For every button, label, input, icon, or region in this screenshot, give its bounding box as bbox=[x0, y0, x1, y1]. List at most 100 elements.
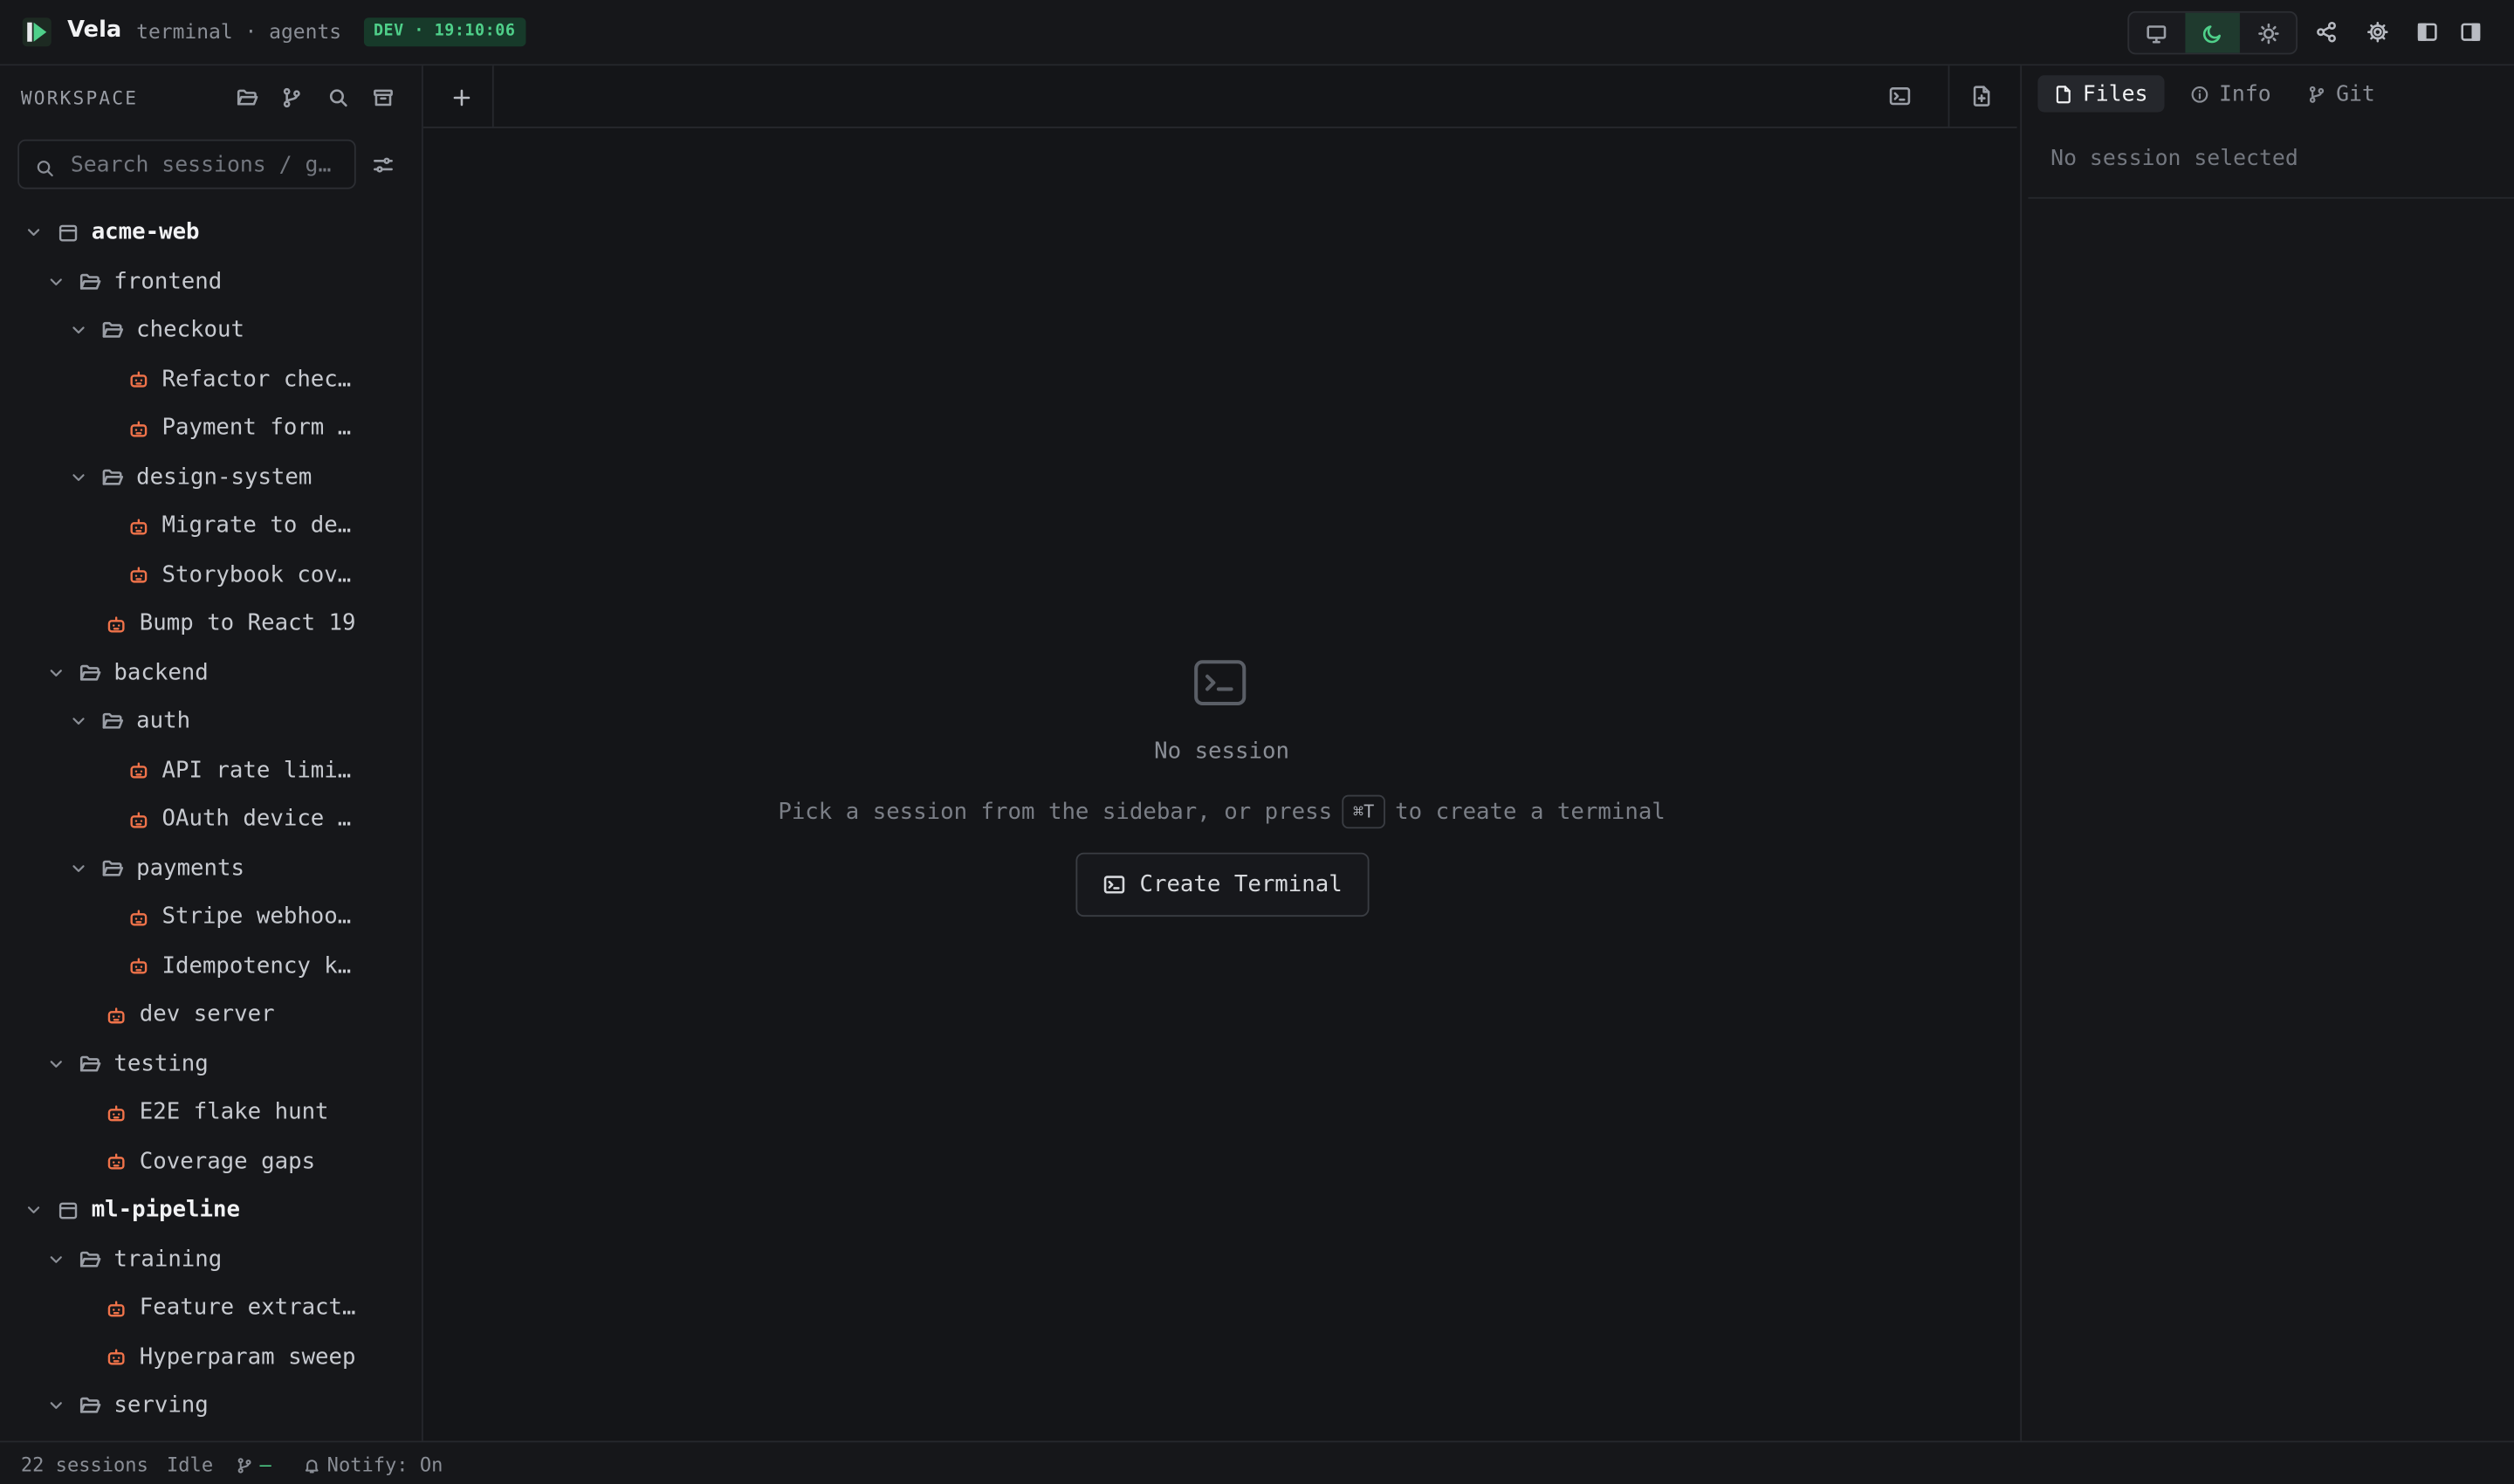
terminal-icon bbox=[1889, 87, 1911, 106]
tree-item-label: Payment form … bbox=[161, 415, 352, 442]
details-tabs: Files Info Git bbox=[2022, 65, 2514, 121]
tab-files[interactable]: Files bbox=[2037, 75, 2164, 113]
session-item[interactable]: Refactor chec… bbox=[0, 355, 422, 404]
session-item[interactable]: Bump to React 19 bbox=[0, 600, 422, 649]
folder-icon bbox=[101, 466, 124, 489]
create-terminal-button[interactable]: Create Terminal bbox=[1075, 852, 1370, 917]
session-item[interactable]: Feature extract… bbox=[0, 1284, 422, 1333]
tab-git[interactable]: Git bbox=[2291, 75, 2392, 112]
hint-text-after: to create a terminal bbox=[1395, 800, 1666, 826]
shortcut-kbd: ⌘T bbox=[1342, 794, 1386, 829]
chevron-down-icon[interactable] bbox=[23, 1199, 45, 1222]
chevron-down-icon[interactable] bbox=[67, 857, 90, 880]
chevron-down-icon[interactable] bbox=[45, 662, 67, 684]
folder-item[interactable]: design-system bbox=[0, 453, 422, 502]
tree-item-label: auth bbox=[136, 708, 191, 735]
share-button[interactable] bbox=[2312, 17, 2341, 46]
folder-item[interactable]: serving bbox=[0, 1382, 422, 1431]
search-input[interactable] bbox=[70, 148, 347, 182]
new-tab-button[interactable] bbox=[429, 65, 494, 128]
folder-item[interactable]: frontend bbox=[0, 258, 422, 306]
chevron-down-icon[interactable] bbox=[45, 1395, 67, 1418]
toggle-left-panel-button[interactable] bbox=[2413, 17, 2442, 46]
search-sessions-button[interactable] bbox=[324, 83, 353, 112]
file-icon bbox=[2056, 85, 2071, 103]
branch-status[interactable]: — bbox=[236, 1453, 271, 1476]
terminal-icon bbox=[1103, 876, 1124, 894]
app-logo-icon bbox=[22, 17, 52, 47]
tree-item-label: Feature extract… bbox=[139, 1295, 356, 1322]
session-item[interactable]: API rate limi… bbox=[0, 746, 422, 795]
new-file-button[interactable] bbox=[1968, 82, 1996, 111]
session-item[interactable]: Hyperparam sweep bbox=[0, 1333, 422, 1382]
agent-icon bbox=[127, 955, 149, 978]
theme-dark-button[interactable] bbox=[2184, 12, 2241, 53]
chevron-down-icon[interactable] bbox=[23, 222, 45, 244]
chevron-down-icon[interactable] bbox=[67, 711, 90, 733]
chevron-down-icon[interactable] bbox=[45, 271, 67, 293]
open-folder-button[interactable] bbox=[232, 83, 261, 112]
session-item[interactable]: Stripe webhoo… bbox=[0, 893, 422, 942]
folder-open-icon bbox=[237, 89, 258, 106]
folder-item[interactable]: checkout bbox=[0, 306, 422, 355]
app-subtitle: terminal · agents bbox=[136, 19, 342, 44]
new-terminal-button[interactable] bbox=[1886, 82, 1914, 111]
agent-icon bbox=[127, 417, 149, 440]
session-item[interactable]: Migrate to de… bbox=[0, 502, 422, 551]
agent-icon bbox=[127, 808, 149, 831]
tree-item-label: dev server bbox=[139, 1001, 275, 1028]
search-icon bbox=[329, 89, 347, 107]
chevron-down-icon[interactable] bbox=[45, 1053, 67, 1075]
project-item[interactable]: acme-web bbox=[0, 209, 422, 258]
folder-item[interactable]: payments bbox=[0, 844, 422, 893]
theme-light-button[interactable] bbox=[2241, 13, 2297, 53]
session-item[interactable]: E2E flake hunt bbox=[0, 1089, 422, 1137]
session-item[interactable]: Storybook cov… bbox=[0, 551, 422, 600]
sliders-icon bbox=[374, 157, 393, 173]
tree-item-label: payments bbox=[136, 855, 244, 882]
folder-item[interactable]: testing bbox=[0, 1040, 422, 1089]
session-item[interactable]: Idempotency k… bbox=[0, 942, 422, 991]
tree-item-label: Coverage gaps bbox=[139, 1148, 316, 1175]
folder-icon bbox=[101, 857, 124, 880]
agent-icon bbox=[127, 906, 149, 929]
folder-item[interactable]: training bbox=[0, 1235, 422, 1284]
theme-system-button[interactable] bbox=[2129, 13, 2185, 53]
plus-icon bbox=[452, 88, 470, 106]
folder-icon bbox=[101, 319, 124, 342]
tab-info[interactable]: Info bbox=[2174, 75, 2288, 112]
chevron-down-icon[interactable] bbox=[67, 466, 90, 489]
panel-left-icon bbox=[2417, 23, 2437, 41]
tree-item-label: checkout bbox=[136, 317, 244, 344]
folder-icon bbox=[79, 662, 101, 684]
chevron-down-icon[interactable] bbox=[45, 1248, 67, 1271]
notify-toggle[interactable]: Notify: On bbox=[303, 1453, 443, 1476]
chevron-down-icon[interactable] bbox=[67, 319, 90, 342]
agent-icon bbox=[104, 1297, 127, 1320]
search-icon bbox=[35, 154, 54, 184]
tree-item-label: Stripe webhoo… bbox=[161, 903, 352, 931]
tree-item-label: frontend bbox=[113, 268, 223, 295]
session-item[interactable]: dev server bbox=[0, 991, 422, 1040]
new-worktree-button[interactable] bbox=[278, 83, 306, 112]
settings-button[interactable] bbox=[2363, 17, 2392, 46]
folder-icon bbox=[101, 711, 124, 733]
no-session-text: No session selected bbox=[2050, 146, 2298, 172]
terminal-icon bbox=[1193, 659, 1247, 707]
git-branch-icon bbox=[2309, 85, 2325, 102]
env-badge: DEV · 19:10:06 bbox=[363, 17, 525, 47]
session-item[interactable]: OAuth device … bbox=[0, 795, 422, 844]
project-item[interactable]: ml-pipeline bbox=[0, 1186, 422, 1235]
archive-button[interactable] bbox=[368, 83, 397, 112]
archive-icon bbox=[374, 89, 393, 106]
tree-item-label: OAuth device … bbox=[161, 806, 352, 833]
folder-icon bbox=[79, 1395, 101, 1418]
filter-button[interactable] bbox=[368, 151, 397, 180]
folder-item[interactable]: auth bbox=[0, 697, 422, 746]
session-item[interactable]: Coverage gaps bbox=[0, 1137, 422, 1186]
session-count: 22 sessions bbox=[20, 1453, 148, 1476]
session-item[interactable]: Payment form … bbox=[0, 404, 422, 453]
folder-item[interactable]: backend bbox=[0, 649, 422, 697]
sun-icon bbox=[2257, 22, 2279, 44]
toggle-right-panel-button[interactable] bbox=[2456, 17, 2485, 46]
